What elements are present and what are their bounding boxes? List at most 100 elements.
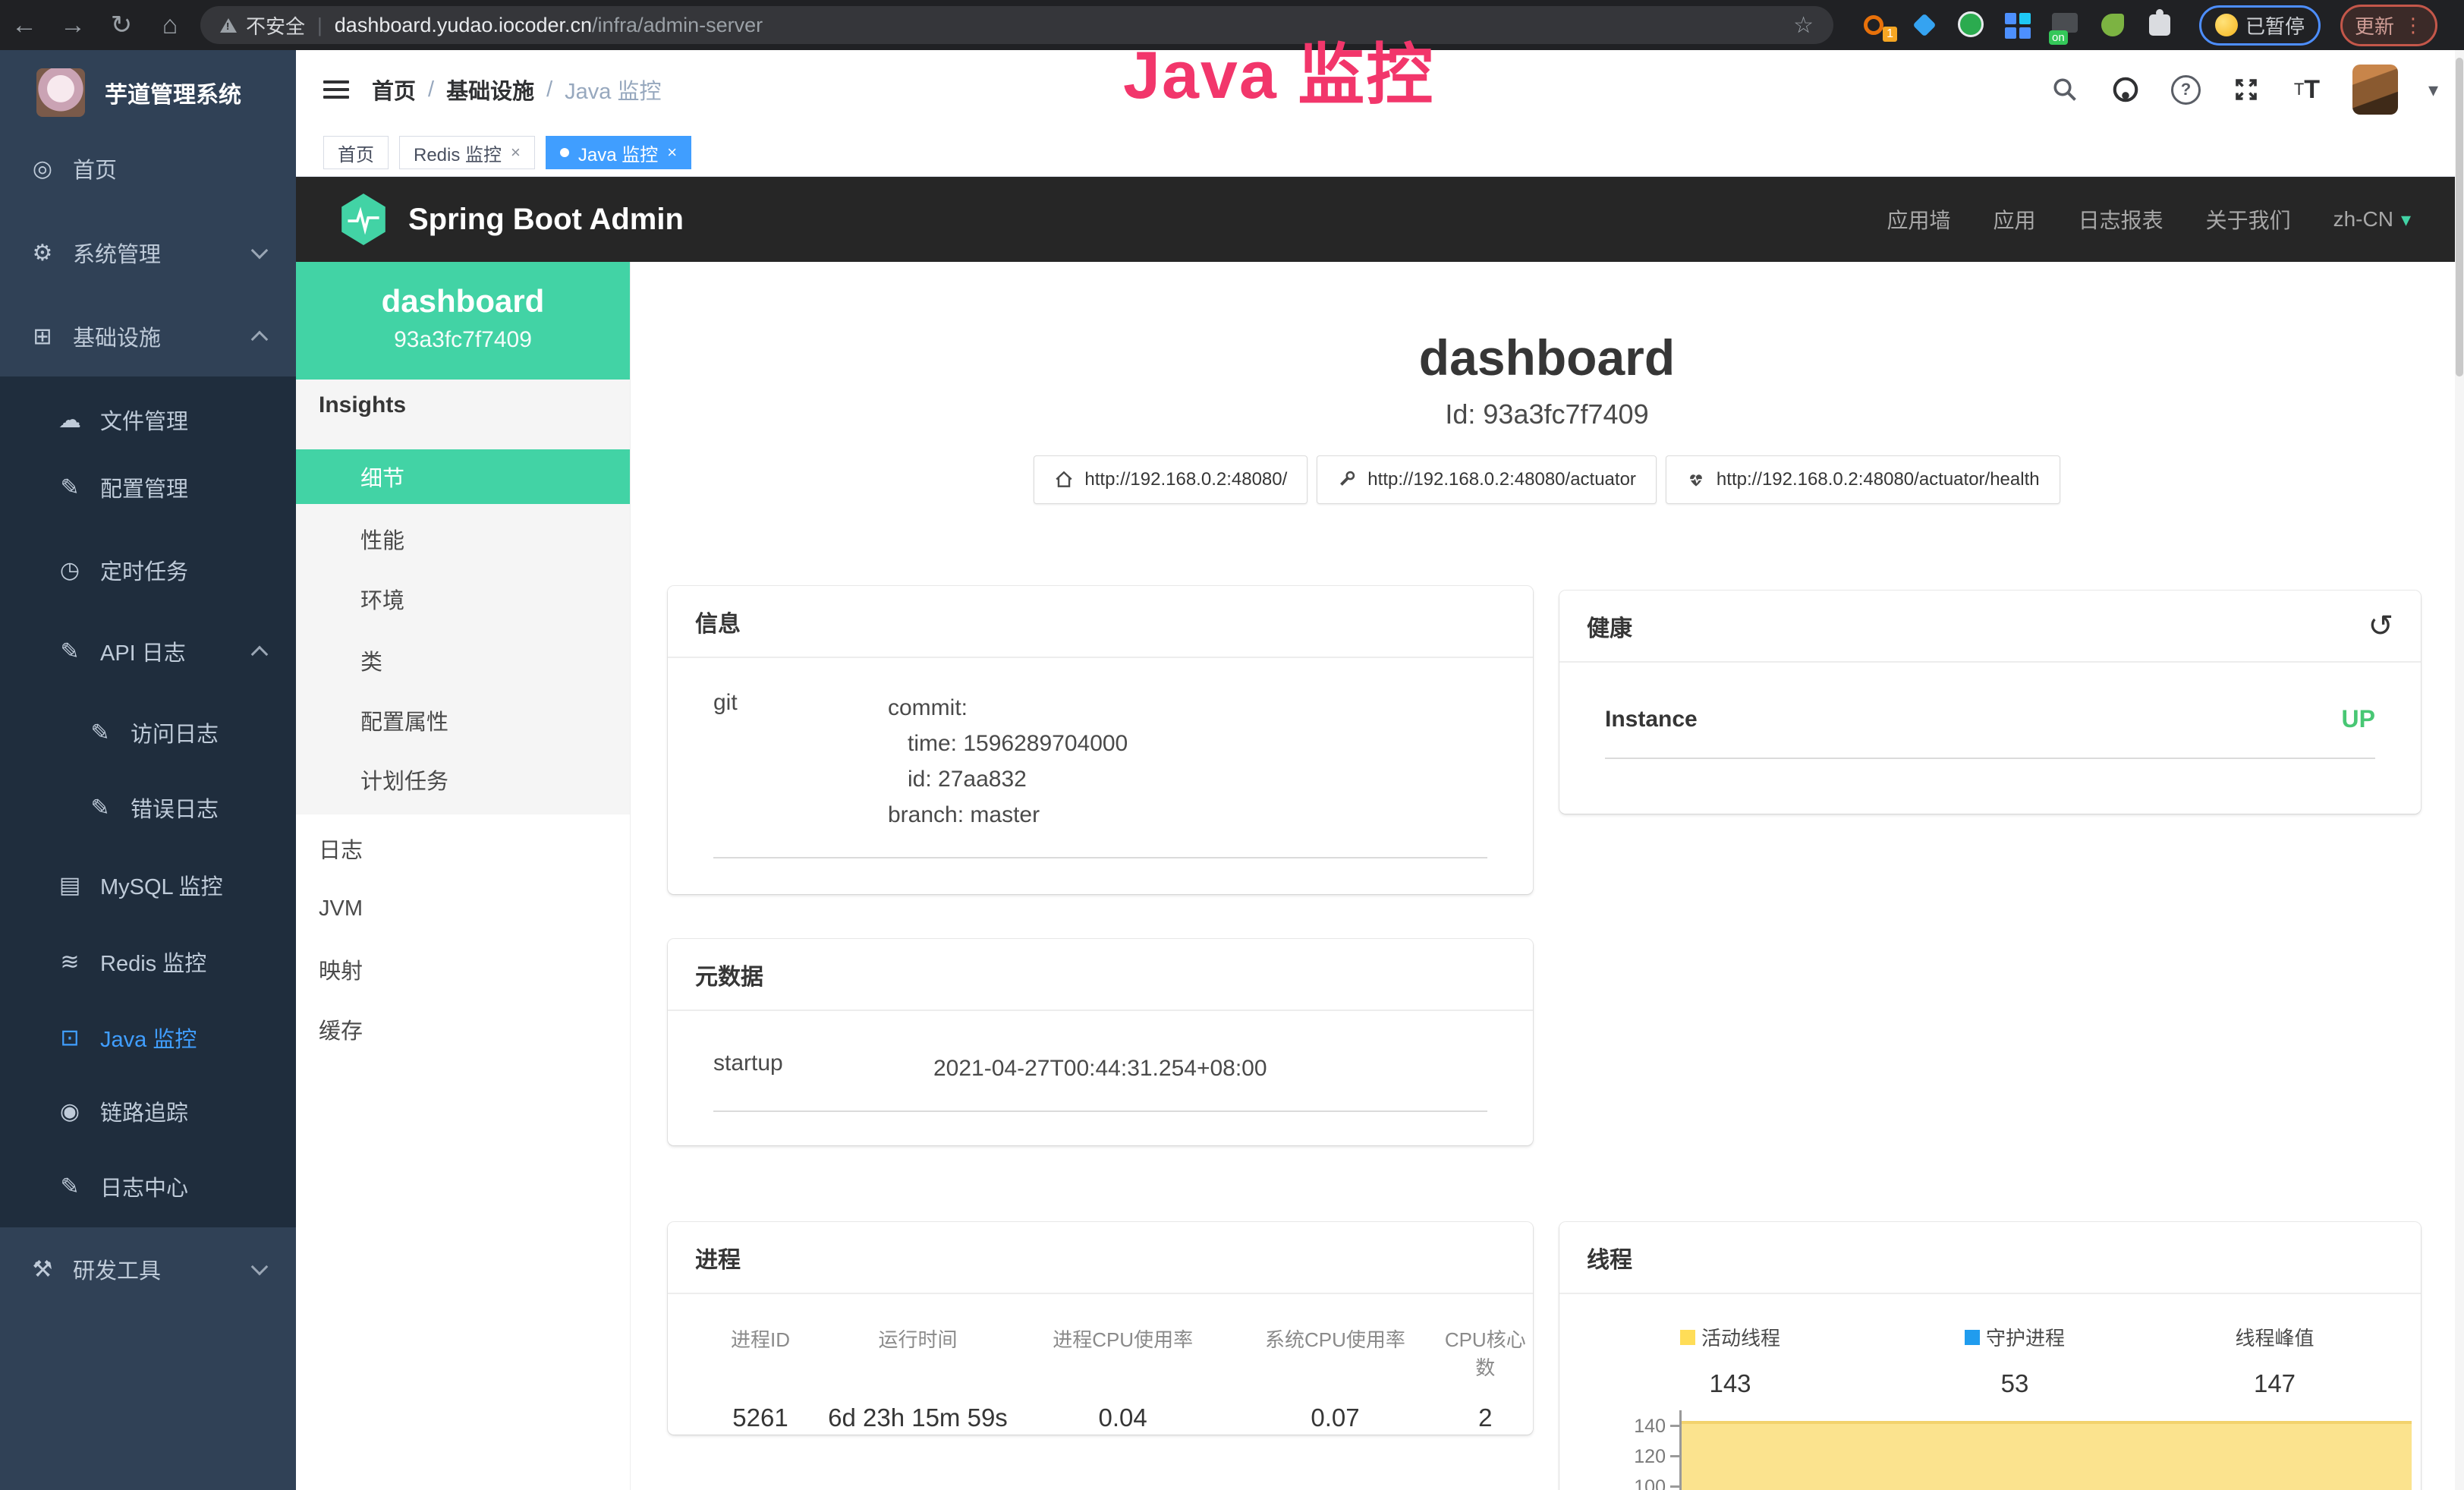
process-table-values: 5261 6d 23h 15m 59s 0.04 0.07 2 <box>698 1403 1533 1432</box>
update-button[interactable]: 更新 ⋮ <box>2340 5 2437 46</box>
tab-home[interactable]: 首页 <box>323 136 389 169</box>
process-card-title: 进程 <box>695 1241 741 1274</box>
sidebar-item-system[interactable]: ⚙ 系统管理 <box>0 232 296 274</box>
service-url-button[interactable]: http://192.168.0.2:48080/ <box>1034 455 1308 504</box>
github-icon[interactable] <box>2110 74 2141 105</box>
sba-item-config-props[interactable]: 配置属性 <box>296 699 630 742</box>
scrollbar-thumb[interactable] <box>2456 58 2463 376</box>
help-icon[interactable]: ? <box>2171 75 2201 105</box>
search-icon[interactable] <box>2050 74 2080 105</box>
threads-stats: 活动线程 143 守护进程 53 线程峰值 147 <box>1559 1294 2421 1398</box>
extensions-puzzle-icon[interactable] <box>2146 11 2173 39</box>
scrollbar[interactable] <box>2455 50 2464 1490</box>
sidebar-item-redis-monitor[interactable]: ≋ Redis 监控 <box>0 940 296 983</box>
url-divider: | <box>317 14 323 37</box>
process-cpu-value: 0.04 <box>1013 1403 1232 1432</box>
sba-logo-icon <box>338 192 389 247</box>
sba-instance-header[interactable]: dashboard 93a3fc7f7409 <box>296 262 630 380</box>
font-size-icon[interactable]: TT <box>2292 74 2322 105</box>
sba-nav: 应用墙 应用 日志报表 关于我们 zh-CN ▾ <box>1887 204 2464 235</box>
sba-item-details[interactable]: 细节 <box>296 449 630 504</box>
instance-id: 93a3fc7f7409 <box>296 327 630 353</box>
sba-item-environment[interactable]: 环境 <box>296 578 630 620</box>
sidebar-toggle-icon[interactable] <box>323 76 349 103</box>
breadcrumb: 首页 / 基础设施 / Java 监控 <box>372 74 661 106</box>
sba-nav-journal[interactable]: 日志报表 <box>2079 204 2163 235</box>
sidebar-item-api-log[interactable]: ✎ API 日志 <box>0 630 296 673</box>
sidebar-item-file-manage[interactable]: ☁ 文件管理 <box>0 398 296 441</box>
close-icon[interactable]: × <box>511 143 521 162</box>
sba-brand[interactable]: Spring Boot Admin <box>338 192 684 247</box>
sidebar-item-dev-tools[interactable]: ⚒ 研发工具 <box>0 1248 296 1290</box>
page-subtitle: Id: 93a3fc7f7409 <box>630 398 2464 430</box>
reload-icon[interactable]: ↻ <box>97 10 146 40</box>
peak-threads-value: 147 <box>2129 1369 2421 1398</box>
tab-java-monitor[interactable]: Java 监控 × <box>546 136 691 169</box>
monitor-icon: ⊡ <box>55 1025 85 1051</box>
url-path: /infra/admin-server <box>592 14 763 37</box>
sba-item-metrics[interactable]: 性能 <box>296 518 630 560</box>
sidebar-item-tracing[interactable]: ◉ 链路追踪 <box>0 1090 296 1132</box>
extension-orange-icon[interactable]: 1 <box>1864 11 1891 39</box>
sba-main: dashboard Id: 93a3fc7f7409 http://192.16… <box>630 262 2464 1490</box>
actuator-url-button[interactable]: http://192.168.0.2:48080/actuator <box>1317 455 1657 504</box>
sidebar-item-config-manage[interactable]: ✎ 配置管理 <box>0 466 296 509</box>
history-icon[interactable]: ↺ <box>2368 611 2393 641</box>
sba-item-classes[interactable]: 类 <box>296 639 630 682</box>
extension-pin-icon[interactable] <box>1911 11 1938 39</box>
sba-item-logs[interactable]: 日志 <box>296 827 630 870</box>
home-icon <box>1054 470 1074 490</box>
fullscreen-icon[interactable] <box>2231 74 2261 105</box>
threads-card-title: 线程 <box>1587 1241 1632 1274</box>
sidebar-item-infra[interactable]: ⊞ 基础设施 <box>0 315 296 358</box>
sba-language-select[interactable]: zh-CN ▾ <box>2333 207 2411 232</box>
tab-redis-monitor[interactable]: Redis 监控 × <box>399 136 535 169</box>
sidebar-item-error-log[interactable]: ✎ 错误日志 <box>0 786 296 829</box>
sidebar-item-java-monitor[interactable]: ⊡ Java 监控 <box>0 1016 296 1059</box>
extension-grid-icon[interactable] <box>2005 11 2032 39</box>
back-icon[interactable]: ← <box>0 11 49 40</box>
divider <box>1605 758 2375 759</box>
sidebar-item-access-log[interactable]: ✎ 访问日志 <box>0 711 296 754</box>
sba-item-caches[interactable]: 缓存 <box>296 1008 630 1051</box>
not-secure-warning-icon[interactable]: ! <box>220 18 237 33</box>
sba-item-mappings[interactable]: 映射 <box>296 948 630 991</box>
user-avatar[interactable] <box>2352 65 2398 115</box>
tab-bar: 首页 Redis 监控 × Java 监控 × <box>296 129 2464 177</box>
page-title: dashboard <box>630 329 2464 386</box>
chevron-up-icon <box>251 331 269 348</box>
close-icon[interactable]: × <box>667 143 677 162</box>
forward-icon[interactable]: → <box>49 11 97 40</box>
sba-nav-wallboard[interactable]: 应用墙 <box>1887 204 1951 235</box>
sba-item-jvm[interactable]: JVM <box>296 887 630 930</box>
health-url-button[interactable]: http://192.168.0.2:48080/actuator/health <box>1666 455 2060 504</box>
extension-green-icon[interactable] <box>1958 11 1985 39</box>
paused-badge[interactable]: 已暂停 <box>2199 5 2321 46</box>
metadata-card: 元数据 startup 2021-04-27T00:44:31.254+08:0… <box>668 939 1533 1145</box>
app-title: 芋道管理系统 <box>105 76 241 109</box>
divider <box>713 1110 1487 1112</box>
breadcrumb-home[interactable]: 首页 <box>372 74 416 106</box>
breadcrumb-current: Java 监控 <box>565 74 661 106</box>
insights-group-label: Insights <box>319 392 406 418</box>
extension-leaf-icon[interactable] <box>2099 11 2126 39</box>
bookmark-star-icon[interactable]: ☆ <box>1793 12 1814 39</box>
extension-dark-icon[interactable]: on <box>2052 11 2079 39</box>
sidebar-item-scheduled-jobs[interactable]: ◷ 定时任务 <box>0 549 296 591</box>
info-card-title: 信息 <box>695 605 741 638</box>
sba-nav-about[interactable]: 关于我们 <box>2206 204 2291 235</box>
address-bar[interactable]: ! 不安全 | dashboard.yudao.iocoder.cn /infr… <box>200 6 1833 44</box>
browser-home-icon[interactable]: ⌂ <box>146 11 194 40</box>
sba-item-scheduled-tasks[interactable]: 计划任务 <box>296 758 630 801</box>
app-logo-image <box>36 68 85 117</box>
extensions-row: 1 on <box>1864 11 2173 39</box>
sidebar-item-log-center[interactable]: ✎ 日志中心 <box>0 1165 296 1208</box>
breadcrumb-infra[interactable]: 基础设施 <box>446 74 534 106</box>
sidebar-item-mysql-monitor[interactable]: ▤ MySQL 监控 <box>0 864 296 906</box>
avatar-caret-icon[interactable]: ▾ <box>2428 78 2438 102</box>
sidebar-item-home[interactable]: ◎ 首页 <box>0 147 296 190</box>
process-table-header: 进程ID 运行时间 进程CPU使用率 系统CPU使用率 CPU核心数 <box>698 1325 1533 1381</box>
process-id-value: 5261 <box>698 1403 823 1432</box>
app-logo[interactable]: 芋道管理系统 <box>36 68 241 117</box>
sba-nav-applications[interactable]: 应用 <box>1994 204 2036 235</box>
